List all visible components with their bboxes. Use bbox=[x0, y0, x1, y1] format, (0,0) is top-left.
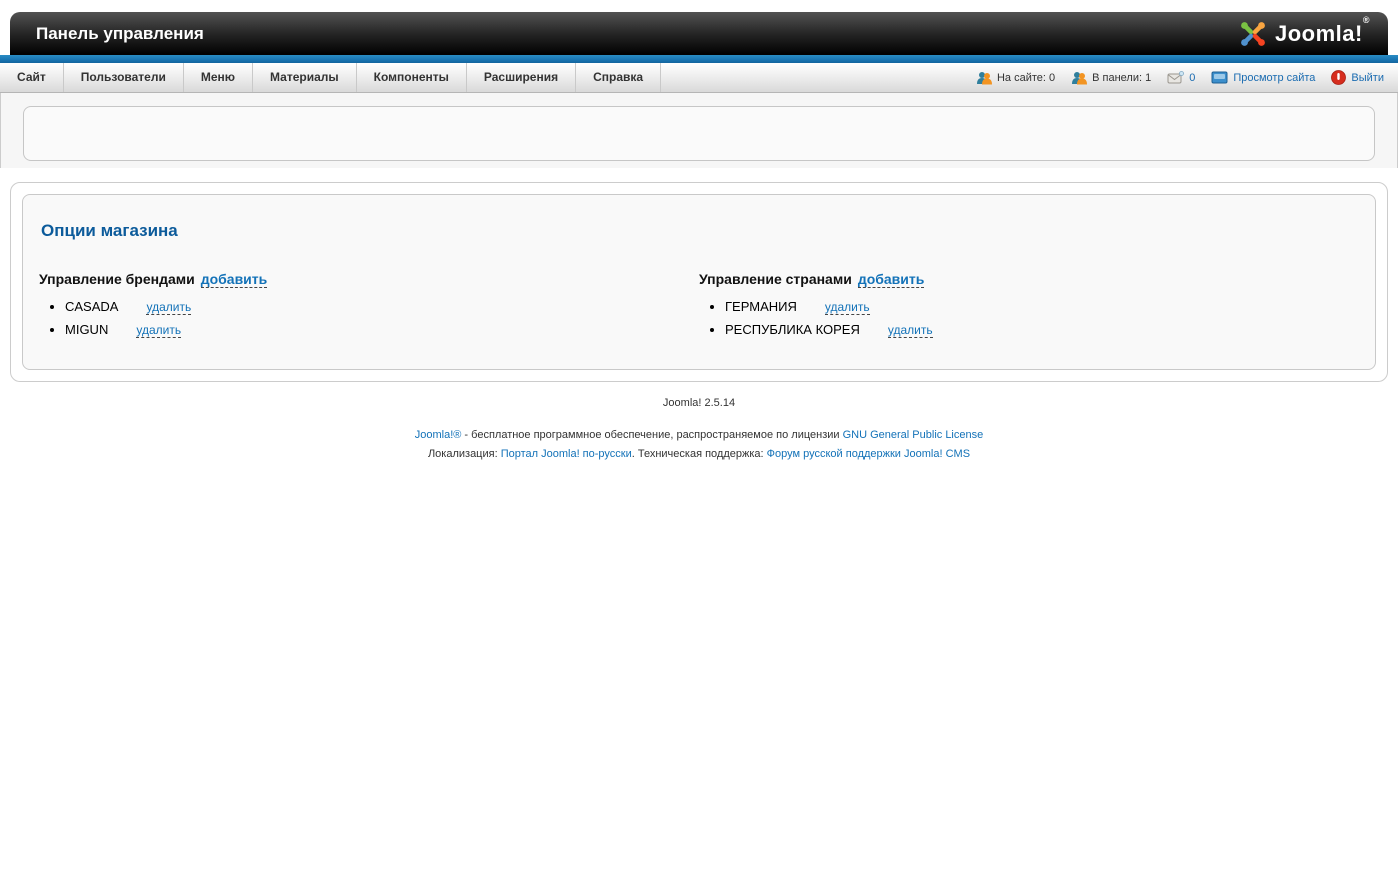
brand-name: CASADA bbox=[65, 299, 119, 314]
joomla-logo-icon bbox=[1238, 19, 1268, 49]
status-preview[interactable]: Просмотр сайта bbox=[1211, 71, 1315, 84]
cpanel-band bbox=[0, 93, 1398, 168]
page-title: Панель управления bbox=[36, 23, 204, 43]
joomla-version: Joomla! 2.5.14 bbox=[662, 397, 736, 409]
preview-site-link[interactable]: Просмотр сайта bbox=[1233, 72, 1315, 84]
status-visitors: На сайте: 0 bbox=[976, 71, 1055, 85]
brands-header: Управление брендами добавить bbox=[39, 271, 699, 288]
menu-items: Сайт Пользователи Меню Материалы Компоне… bbox=[0, 63, 662, 92]
list-item: CASADA удалить bbox=[65, 299, 699, 315]
support-line: Локализация: Портал Joomla! по-русски. Т… bbox=[0, 445, 1398, 464]
gpl-license-link[interactable]: GNU General Public License bbox=[843, 429, 984, 441]
admins-count: В панели: 1 bbox=[1092, 71, 1152, 84]
footer-credits: Joomla!® - бесплатное программное обеспе… bbox=[0, 426, 1398, 464]
shop-columns: Управление брендами добавить CASADA удалит… bbox=[39, 271, 1359, 345]
add-brand-link[interactable]: добавить bbox=[200, 271, 268, 288]
menu-item-site[interactable]: Сайт bbox=[0, 63, 64, 92]
countries-header: Управление странами добавить bbox=[699, 271, 1359, 288]
support-label: . Техническая поддержка: bbox=[631, 448, 767, 460]
shop-options-panel: Опции магазина Управление брендами добави… bbox=[10, 182, 1388, 382]
brands-title: Управление брендами bbox=[39, 271, 195, 287]
license-line: Joomla!® - бесплатное программное обеспе… bbox=[0, 426, 1398, 445]
status-messages[interactable]: 0 bbox=[1167, 71, 1195, 84]
localization-link[interactable]: Портал Joomla! по-русски bbox=[501, 448, 632, 460]
users-icon bbox=[1071, 71, 1088, 85]
delete-country-link[interactable]: удалить bbox=[824, 300, 870, 315]
license-text: - бесплатное программное обеспечение, ра… bbox=[461, 429, 843, 441]
support-forum-link[interactable]: Форум русской поддержки Joomla! CMS bbox=[767, 448, 970, 460]
joomla-site-link[interactable]: Joomla!® bbox=[415, 429, 462, 441]
joomla-logo[interactable]: Joomla!® bbox=[1238, 14, 1370, 49]
list-item: РЕСПУБЛИКА КОРЕЯ удалить bbox=[725, 322, 1359, 338]
list-item: ГЕРМАНИЯ удалить bbox=[725, 299, 1359, 315]
monitor-icon bbox=[1211, 71, 1228, 84]
shop-options-title: Опции магазина bbox=[41, 221, 178, 240]
brands-column: Управление брендами добавить CASADA удалит… bbox=[39, 271, 699, 345]
delete-brand-link[interactable]: удалить bbox=[146, 300, 192, 315]
menu-item-content[interactable]: Материалы bbox=[253, 63, 357, 92]
joomla-logo-text: Joomla!® bbox=[1275, 14, 1370, 46]
empty-panel bbox=[23, 106, 1375, 161]
countries-title: Управление странами bbox=[699, 271, 852, 287]
brand-name: MIGUN bbox=[65, 322, 109, 337]
messages-count[interactable]: 0 bbox=[1189, 72, 1195, 84]
menu-item-help[interactable]: Справка bbox=[576, 63, 662, 92]
status-admins: В панели: 1 bbox=[1071, 71, 1151, 85]
list-item: MIGUN удалить bbox=[65, 322, 699, 338]
statusbar: На сайте: 0 В панели: 1 0 Просмотр сайта… bbox=[976, 63, 1398, 92]
menu-item-menus[interactable]: Меню bbox=[184, 63, 254, 92]
registered-mark: ® bbox=[1362, 14, 1370, 25]
delete-country-link[interactable]: удалить bbox=[887, 323, 933, 338]
accent-strip bbox=[0, 55, 1398, 63]
logout-link[interactable]: Выйти bbox=[1351, 72, 1384, 84]
country-name: РЕСПУБЛИКА КОРЕЯ bbox=[725, 322, 860, 337]
menu-item-components[interactable]: Компоненты bbox=[357, 63, 467, 92]
status-logout[interactable]: Выйти bbox=[1331, 70, 1384, 85]
countries-list: ГЕРМАНИЯ удалить РЕСПУБЛИКА КОРЕЯ удалить bbox=[699, 299, 1359, 338]
admin-header: Панель управления Joomla!® bbox=[10, 12, 1388, 55]
menu-item-extensions[interactable]: Расширения bbox=[467, 63, 577, 92]
visitors-count: На сайте: 0 bbox=[996, 71, 1056, 84]
countries-column: Управление странами добавить ГЕРМАНИЯ удал… bbox=[699, 271, 1359, 345]
main-menubar: Сайт Пользователи Меню Материалы Компоне… bbox=[0, 63, 1398, 93]
users-icon bbox=[976, 71, 992, 85]
country-name: ГЕРМАНИЯ bbox=[725, 299, 797, 314]
logout-icon bbox=[1331, 70, 1347, 85]
mail-icon bbox=[1167, 71, 1185, 84]
add-country-link[interactable]: добавить bbox=[857, 271, 925, 288]
menu-item-users[interactable]: Пользователи bbox=[64, 63, 184, 92]
localization-label: Локализация: bbox=[427, 448, 501, 460]
brands-list: CASADA удалить MIGUN удалить bbox=[39, 299, 699, 338]
shop-options-inner: Опции магазина Управление брендами добави… bbox=[22, 194, 1376, 370]
delete-brand-link[interactable]: удалить bbox=[136, 323, 182, 338]
